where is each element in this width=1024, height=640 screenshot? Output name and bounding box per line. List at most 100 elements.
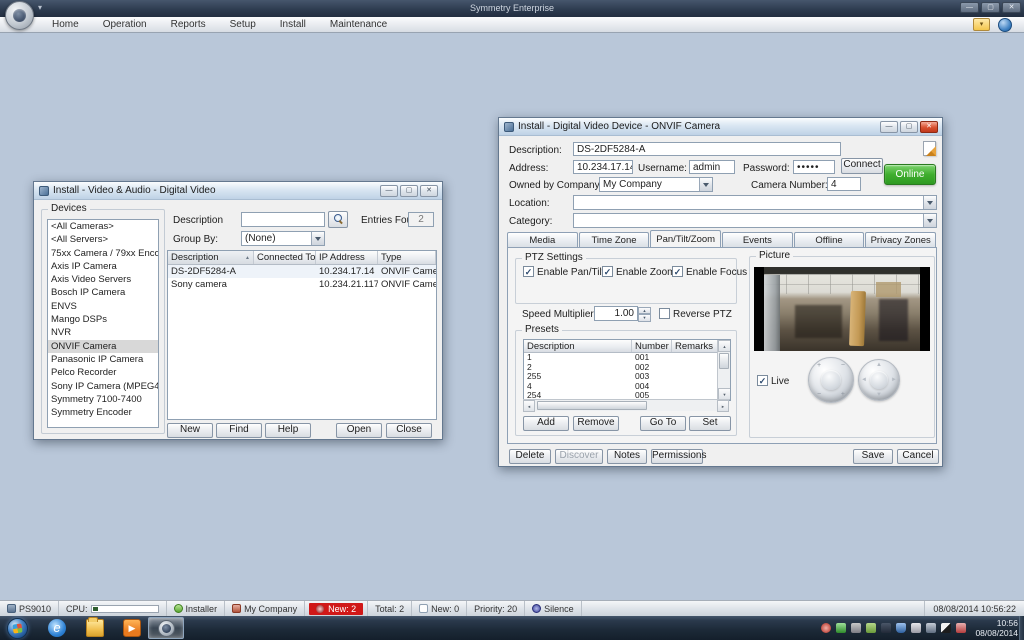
symmetry-taskbar-button[interactable] (148, 617, 184, 639)
tray-contrast-icon[interactable] (941, 623, 951, 633)
scroll-thumb[interactable] (537, 401, 647, 410)
device-type-item[interactable]: Axis IP Camera (48, 260, 158, 273)
spinner-down-icon[interactable]: ▼ (638, 314, 651, 322)
tray-alert-icon[interactable] (956, 623, 966, 633)
preset-column-description[interactable]: Description (524, 340, 632, 352)
tray-shield-green-icon[interactable] (836, 623, 846, 633)
new-button[interactable]: New (167, 423, 213, 438)
dialog-minimize-button[interactable]: — (380, 185, 398, 197)
set-preset-button[interactable]: Set (689, 416, 731, 431)
tilt-down-icon[interactable]: ▼ (876, 392, 882, 398)
tab-offline-monitoring[interactable]: Offline Monitoring (794, 232, 865, 247)
remove-preset-button[interactable]: Remove (573, 416, 619, 431)
device-type-item-selected[interactable]: ONVIF Camera (48, 340, 158, 353)
device-type-item[interactable]: Symmetry 7100-7400 (48, 393, 158, 406)
symmetry-orb-icon[interactable] (5, 1, 34, 30)
enable-focus-checkbox[interactable]: ✓ (672, 266, 683, 277)
tab-media[interactable]: Media (507, 232, 578, 247)
online-status-button[interactable]: Online (884, 164, 936, 185)
device-type-item[interactable]: Bosch IP Camera (48, 286, 158, 299)
scroll-right-icon[interactable]: ► (717, 400, 729, 412)
silence-segment[interactable]: Silence (525, 601, 582, 617)
tray-security-shield-icon[interactable] (896, 623, 906, 633)
preset-row[interactable]: 2 002 (524, 363, 730, 373)
connect-button[interactable]: Connect (841, 158, 883, 174)
password-input[interactable]: ••••• (793, 160, 835, 174)
menu-maintenance[interactable]: Maintenance (318, 17, 399, 33)
menu-operation[interactable]: Operation (91, 17, 159, 33)
dialog-minimize-button[interactable]: — (880, 121, 898, 133)
find-button[interactable]: Find (216, 423, 262, 438)
column-ip-address[interactable]: IP Address (316, 251, 378, 264)
device-type-item[interactable]: Panasonic IP Camera (48, 353, 158, 366)
help-orb-icon[interactable] (998, 18, 1012, 32)
spinner-up-icon[interactable]: ▲ (638, 307, 651, 314)
focus-minus-icon[interactable]: − (841, 362, 845, 369)
window-maximize-button[interactable]: ▢ (981, 2, 1000, 13)
device-type-item[interactable]: NVR (48, 326, 158, 339)
location-select[interactable] (573, 195, 937, 210)
presets-horizontal-scrollbar[interactable]: ◄ ► (523, 399, 729, 411)
camera-number-input[interactable]: 4 (827, 177, 861, 191)
open-button[interactable]: Open (336, 423, 382, 438)
company-segment[interactable]: My Company (225, 601, 305, 617)
reverse-ptz-checkbox[interactable] (659, 308, 670, 319)
category-select[interactable] (573, 213, 937, 228)
device-type-item[interactable]: Axis Video Servers (48, 273, 158, 286)
tab-privacy-zones[interactable]: Privacy Zones (865, 232, 936, 247)
zoom-minus-icon[interactable]: − (817, 391, 821, 398)
device-type-item[interactable]: Pelco Recorder (48, 366, 158, 379)
dialog-maximize-button[interactable]: ▢ (900, 121, 918, 133)
help-button[interactable]: Help (265, 423, 311, 438)
tray-volume-icon[interactable] (911, 623, 921, 633)
group-by-select[interactable]: (None) (241, 231, 325, 246)
start-button[interactable] (7, 618, 28, 639)
media-player-icon[interactable]: ▶ (123, 619, 141, 637)
owned-by-company-select[interactable]: My Company (599, 177, 713, 192)
installer-segment[interactable]: Installer (167, 601, 226, 617)
dialog-maximize-button[interactable]: ▢ (400, 185, 418, 197)
enable-pan-tilt-checkbox[interactable]: ✓ (523, 266, 534, 277)
pan-left-icon[interactable]: ◄ (861, 377, 867, 383)
tray-display-icon[interactable] (881, 623, 891, 633)
device-type-item[interactable]: 75xx Camera / 79xx Encoder (HD) (48, 247, 158, 260)
alarms-segment[interactable]: New: 2 (305, 601, 368, 617)
notes-button[interactable]: Notes (607, 449, 647, 464)
username-input[interactable]: admin (689, 160, 735, 174)
enable-zoom-checkbox[interactable]: ✓ (602, 266, 613, 277)
cancel-button[interactable]: Cancel (897, 449, 939, 464)
live-checkbox[interactable]: ✓ (757, 375, 768, 386)
quick-access-dropdown-icon[interactable]: ▾ (38, 3, 42, 12)
scroll-up-icon[interactable]: ▲ (718, 340, 731, 352)
internet-explorer-icon[interactable]: e (48, 619, 66, 637)
menu-home[interactable]: Home (40, 17, 91, 33)
dialog-close-button[interactable]: ✕ (920, 121, 938, 133)
column-connected-to[interactable]: Connected To (254, 251, 316, 264)
scroll-thumb[interactable] (719, 353, 729, 369)
scroll-left-icon[interactable]: ◄ (523, 400, 535, 412)
device-type-item[interactable]: Symmetry Encoder (48, 406, 158, 419)
focus-plus-icon[interactable]: + (841, 391, 845, 398)
add-preset-button[interactable]: Add (523, 416, 569, 431)
window-close-button[interactable]: ✕ (1002, 2, 1021, 13)
menu-reports[interactable]: Reports (159, 17, 218, 33)
window-minimize-button[interactable]: — (960, 2, 979, 13)
file-explorer-icon[interactable] (86, 619, 104, 637)
tray-nvidia-icon[interactable] (866, 623, 876, 633)
taskbar-clock[interactable]: 10:56 08/08/2014 (975, 618, 1018, 638)
save-button[interactable]: Save (853, 449, 893, 464)
search-button[interactable] (328, 211, 348, 228)
table-row[interactable]: DS-2DF5284-A 10.234.17.14 ONVIF Camera (168, 265, 436, 278)
pan-tilt-pad[interactable]: ▲ ▼ ◄ ► (858, 359, 900, 401)
tasks-segment[interactable]: New: 0 (412, 601, 467, 617)
device-type-item[interactable]: ENVS (48, 300, 158, 313)
tab-pan-tilt-zoom[interactable]: Pan/Tilt/Zoom (650, 230, 721, 247)
delete-button[interactable]: Delete (509, 449, 551, 464)
tray-settings-icon[interactable] (851, 623, 861, 633)
address-input[interactable]: 10.234.17.14 (573, 160, 633, 174)
device-type-item[interactable]: Sony IP Camera (MPEG4) (48, 380, 158, 393)
device-type-item[interactable]: <All Cameras> (48, 220, 158, 233)
dialog-close-button[interactable]: ✕ (420, 185, 438, 197)
tab-time-zone[interactable]: Time Zone (579, 232, 650, 247)
pan-right-icon[interactable]: ► (891, 377, 897, 383)
